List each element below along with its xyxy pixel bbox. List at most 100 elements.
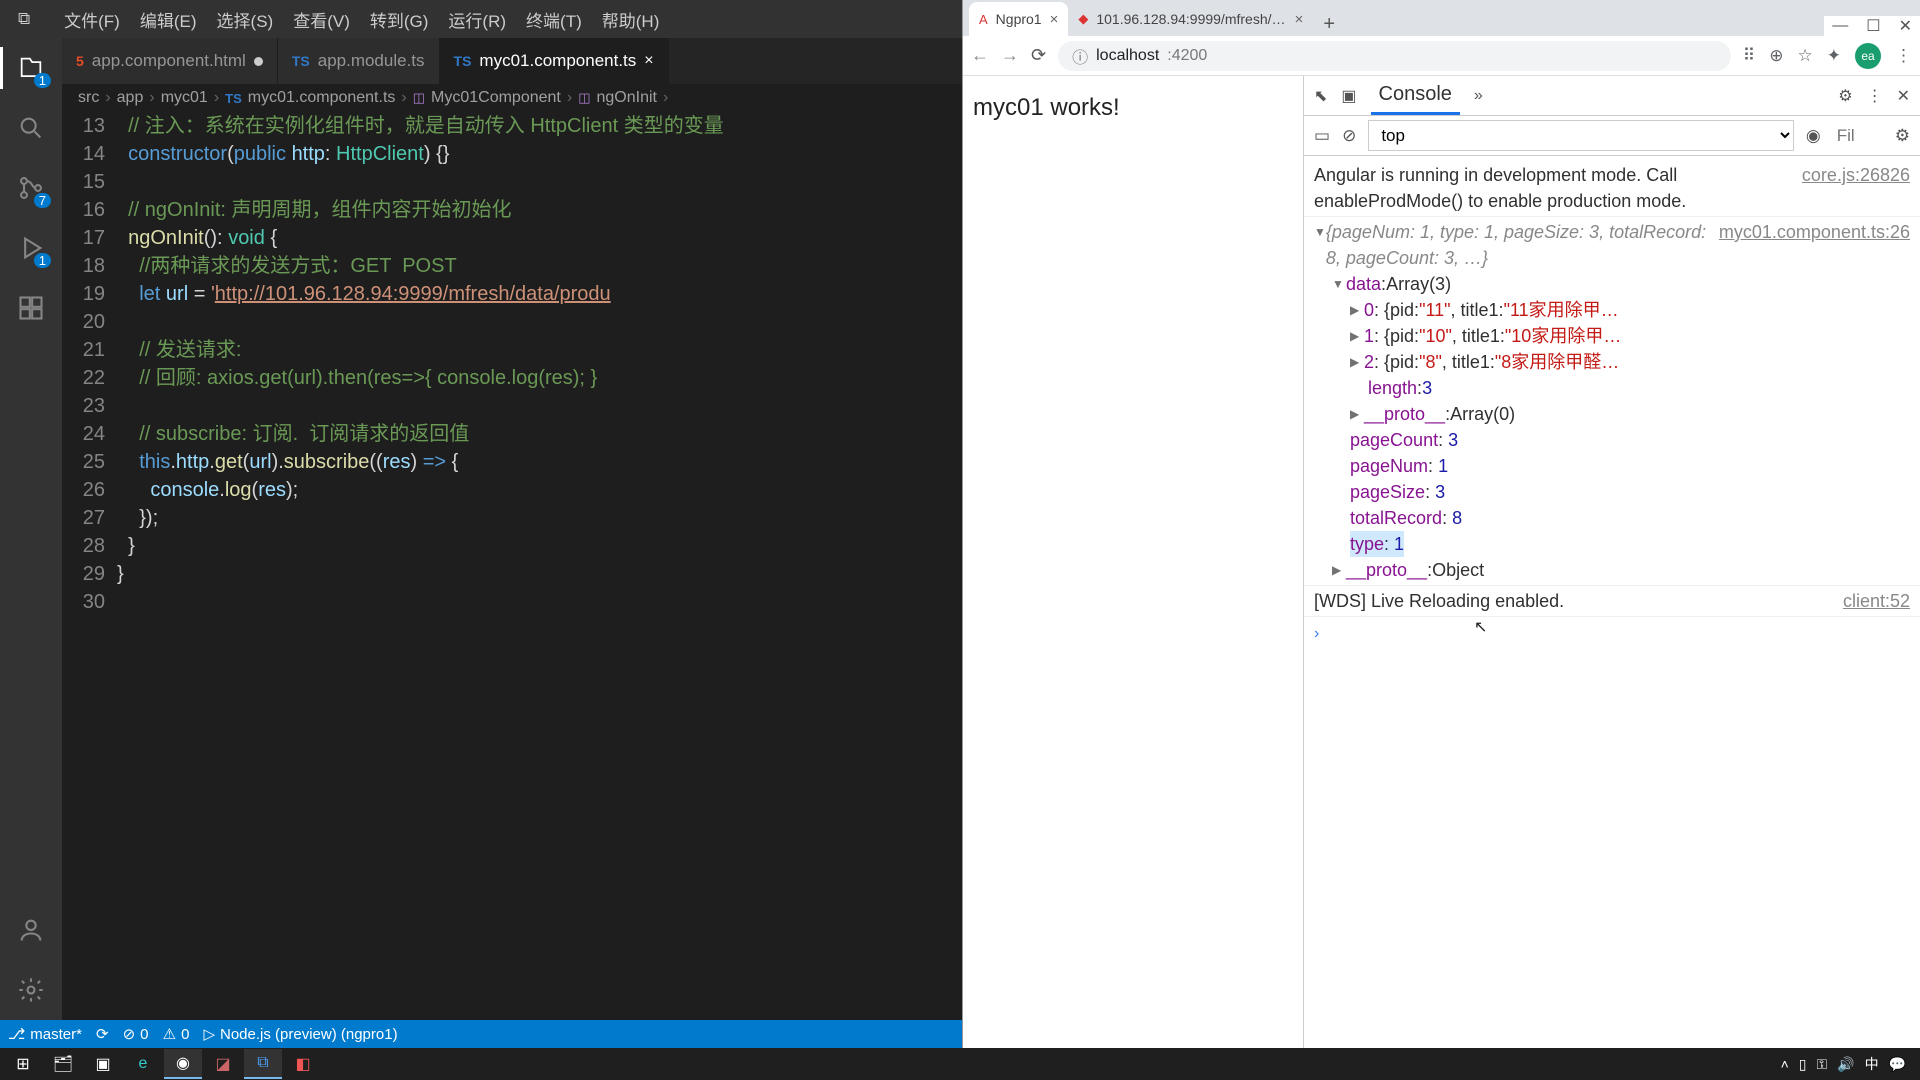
scm-badge: 7 [34, 193, 51, 208]
menu-item[interactable]: 选择(S) [207, 3, 284, 36]
live-expression-icon[interactable]: ◉ [1806, 126, 1821, 146]
menu-item[interactable]: 文件(F) [54, 3, 130, 36]
breadcrumb-symbol[interactable]: ngOnInit [596, 89, 656, 107]
caret-right-icon[interactable]: ▶ [1350, 349, 1364, 375]
sync-icon[interactable]: ⟳ [96, 1025, 109, 1043]
window-minimize-icon[interactable]: — [1832, 17, 1848, 35]
source-link[interactable]: client:52 [1843, 588, 1910, 614]
console-prompt[interactable]: › [1304, 617, 1920, 651]
settings-gear-icon[interactable] [15, 974, 47, 1006]
menu-item[interactable]: 运行(R) [438, 3, 516, 36]
scm-icon[interactable]: 7 [15, 172, 47, 204]
status-bar: ⎇master* ⟳ ⊘0 ⚠0 ▷Node.js (preview) (ngp… [0, 1020, 962, 1048]
battery-icon[interactable]: ▯ [1799, 1056, 1807, 1073]
menu-item[interactable]: 帮助(H) [592, 3, 670, 36]
explorer-icon[interactable]: 1 [15, 52, 47, 84]
new-tab-button[interactable]: + [1313, 13, 1345, 36]
more-tabs-icon[interactable]: » [1474, 87, 1483, 105]
browser-tab[interactable]: ◆101.96.128.94:9999/mfresh/da× [1068, 2, 1313, 36]
runtime-status[interactable]: ▷Node.js (preview) (ngpro1) [203, 1025, 397, 1043]
menu-item[interactable]: 终端(T) [516, 3, 592, 36]
device-toggle-icon[interactable]: ▣ [1341, 86, 1356, 106]
volume-icon[interactable]: 🔊 [1837, 1056, 1854, 1073]
source-link[interactable]: core.js:26826 [1802, 162, 1910, 188]
console-output[interactable]: core.js:26826 Angular is running in deve… [1304, 156, 1920, 1048]
page-content: myc01 works! [963, 76, 1303, 1048]
breadcrumb-folder[interactable]: myc01 [161, 89, 208, 107]
console-sidebar-toggle-icon[interactable]: ▭ [1314, 126, 1330, 146]
profile-avatar[interactable]: ea [1855, 43, 1881, 69]
translate-icon[interactable]: ⠿ [1743, 46, 1755, 66]
tab-title: Ngpro1 [996, 11, 1042, 27]
extensions-icon[interactable] [15, 292, 47, 324]
reload-button-icon[interactable]: ⟳ [1031, 45, 1046, 66]
vscode-taskbar-icon[interactable]: ⧉ [244, 1049, 282, 1079]
caret-right-icon[interactable]: ▶ [1332, 557, 1346, 583]
breadcrumb-folder[interactable]: app [117, 89, 144, 107]
editor-tab[interactable]: TSapp.module.ts [278, 38, 440, 84]
menu-item[interactable]: 转到(G) [360, 3, 439, 36]
caret-right-icon[interactable]: ▶ [1350, 297, 1364, 323]
breadcrumb-folder[interactable]: src [78, 89, 99, 107]
problems[interactable]: ⊘0 ⚠0 [123, 1025, 190, 1043]
window-maximize-icon[interactable]: ☐ [1866, 16, 1880, 36]
terminal-icon[interactable]: ▣ [84, 1049, 122, 1079]
extensions-puzzle-icon[interactable]: ✦ [1827, 46, 1841, 66]
account-icon[interactable] [15, 914, 47, 946]
app-icon[interactable]: ◪ [204, 1049, 242, 1079]
window-close-icon[interactable]: ✕ [1899, 16, 1912, 36]
devtools-settings-icon[interactable]: ⚙ [1838, 86, 1852, 106]
browser-menu-icon[interactable]: ⋮ [1895, 46, 1912, 66]
menubar: ⧉ 文件(F)编辑(E)选择(S)查看(V)转到(G)运行(R)终端(T)帮助(… [0, 0, 962, 38]
close-icon[interactable]: × [644, 52, 653, 70]
debug-badge: 1 [34, 253, 51, 268]
app-icon-2[interactable]: ◧ [284, 1049, 322, 1079]
source-link[interactable]: myc01.component.ts:26 [1719, 219, 1910, 245]
start-button-icon[interactable]: ⊞ [4, 1049, 42, 1079]
console-tab[interactable]: Console [1371, 77, 1460, 115]
breadcrumb-symbol[interactable]: Myc01Component [431, 89, 561, 107]
close-icon[interactable]: × [1050, 11, 1059, 28]
menu-item[interactable]: 编辑(E) [130, 3, 207, 36]
menu-item[interactable]: 查看(V) [283, 3, 360, 36]
edge-icon[interactable]: e [124, 1049, 162, 1079]
search-icon[interactable] [15, 112, 47, 144]
devtools-close-icon[interactable]: ✕ [1897, 86, 1910, 106]
console-settings-icon[interactable]: ⚙ [1895, 126, 1910, 146]
breadcrumb-file[interactable]: myc01.component.ts [248, 89, 396, 107]
devtools-menu-icon[interactable]: ⋮ [1867, 86, 1883, 106]
zoom-icon[interactable]: ⊕ [1769, 46, 1783, 66]
file-type-icon: TS [292, 53, 310, 69]
chrome-icon[interactable]: ◉ [164, 1049, 202, 1079]
inspect-element-icon[interactable]: ⬉ [1314, 86, 1327, 106]
caret-down-icon[interactable]: ▼ [1314, 219, 1326, 245]
file-explorer-icon[interactable]: 🗂 [44, 1049, 82, 1079]
caret-down-icon[interactable]: ▼ [1332, 271, 1346, 297]
ime-icon[interactable]: 中 [1865, 1054, 1879, 1074]
site-info-icon[interactable]: ⓘ [1072, 44, 1088, 68]
git-branch[interactable]: ⎇master* [8, 1025, 82, 1043]
code-editor[interactable]: 131415161718192021222324252627282930 // … [62, 112, 962, 1020]
url-input[interactable]: ⓘ localhost:4200 [1058, 41, 1731, 71]
notifications-icon[interactable]: 💬 [1889, 1056, 1906, 1073]
wifi-icon[interactable]: ⚿ [1816, 1056, 1827, 1073]
debug-icon[interactable]: 1 [15, 232, 47, 264]
caret-right-icon[interactable]: ▶ [1350, 323, 1364, 349]
address-bar: ← → ⟳ ⓘ localhost:4200 ⠿ ⊕ ☆ ✦ ea ⋮ [963, 36, 1920, 76]
bookmark-star-icon[interactable]: ☆ [1798, 46, 1813, 66]
close-icon[interactable]: × [1295, 11, 1304, 28]
explorer-badge: 1 [34, 73, 51, 88]
activity-bar: 1 7 1 [0, 38, 62, 1020]
caret-right-icon[interactable]: ▶ [1350, 401, 1364, 427]
context-selector[interactable]: top [1368, 120, 1794, 151]
object-summary[interactable]: {pageNum: 1, type: 1, pageSize: 3, total… [1326, 219, 1719, 271]
clear-console-icon[interactable]: ⊘ [1342, 126, 1356, 146]
browser-tab[interactable]: ANgpro1× [969, 2, 1068, 36]
tray-expand-icon[interactable]: ˄ [1781, 1056, 1789, 1072]
filter-input[interactable] [1833, 122, 1883, 150]
editor-tabs: 5app.component.htmlTSapp.module.tsTSmyc0… [62, 38, 962, 84]
breadcrumb[interactable]: src › app › myc01 › TS myc01.component.t… [62, 84, 962, 112]
editor-tab[interactable]: 5app.component.html [62, 38, 278, 84]
back-button-icon[interactable]: ← [971, 45, 989, 66]
editor-tab[interactable]: TSmyc01.component.ts× [440, 38, 669, 84]
